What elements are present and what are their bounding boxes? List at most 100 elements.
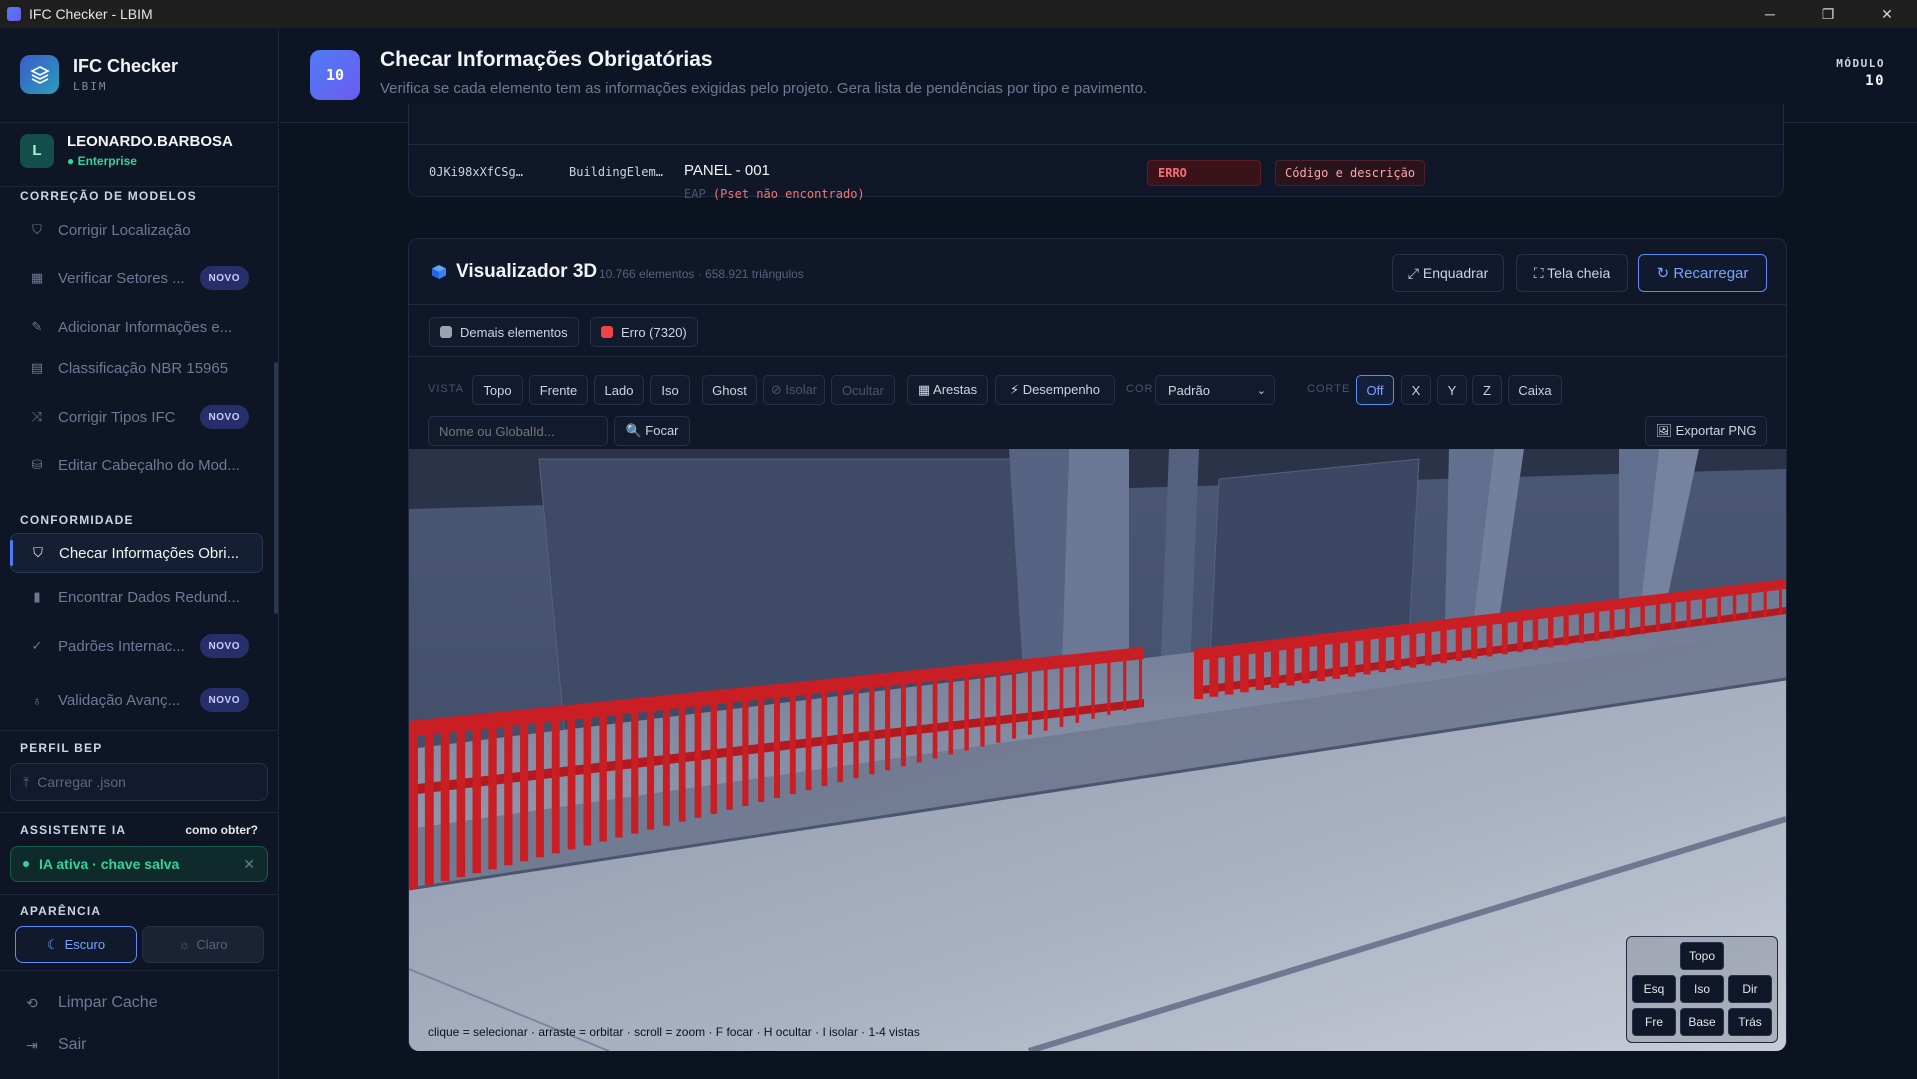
view-cube: Topo Esq Iso Dir Fre Base Trás (1626, 936, 1778, 1043)
desempenho-button[interactable]: ⚡ Desempenho (995, 375, 1115, 405)
divider (0, 812, 278, 813)
cube-left-button[interactable]: Esq (1632, 975, 1676, 1003)
sidebar-item-adicionar-informacoes[interactable]: ✎ Adicionar Informações e... (10, 307, 263, 347)
view-topo-button[interactable]: Topo (472, 375, 523, 405)
new-badge: NOVO (199, 405, 249, 429)
reload-button[interactable]: ↻ Recarregar (1638, 254, 1767, 292)
clear-cache-button[interactable]: ⟲ Limpar Cache (26, 994, 158, 1012)
section-perfil-bep: PERFIL BEP (20, 741, 103, 755)
results-table: 0JKi98xXfCSg… BuildingElem… PANEL - 001 … (408, 104, 1784, 201)
cube-base-button[interactable]: Base (1680, 1008, 1724, 1036)
refresh-icon: ⟲ (26, 994, 38, 1011)
fit-button[interactable]: ⤢ Enquadrar (1392, 254, 1504, 292)
window-titlebar: IFC Checker - LBIM ─ ❐ ✕ (0, 0, 1917, 28)
focus-button[interactable]: 🔍 Focar (614, 416, 690, 446)
viewer-canvas[interactable]: clique = selecionar · arraste = orbitar … (409, 449, 1786, 1051)
theme-light-button[interactable]: ☼ Claro (142, 926, 264, 963)
viewer-3d-card: Visualizador 3D 10.766 elementos · 658.9… (408, 238, 1787, 1051)
search-input[interactable] (428, 416, 608, 446)
legend-chip-erro[interactable]: Erro (7320) (590, 317, 698, 347)
cube-right-button[interactable]: Dir (1728, 975, 1772, 1003)
maximize-button[interactable]: ❐ (1805, 0, 1851, 28)
cube-back-button[interactable]: Trás (1728, 1008, 1772, 1036)
cut-y-button[interactable]: Y (1437, 375, 1467, 405)
cube-iso-button[interactable]: Iso (1680, 975, 1724, 1003)
sidebar-item-encontrar-dados[interactable]: ▮ Encontrar Dados Redund... (10, 577, 263, 617)
logout-icon: ⇥ (26, 1036, 38, 1053)
upload-icon: ⤒ (23, 773, 30, 790)
viewer-toolbar: VISTA Topo Frente Lado Iso Ghost ⊘ Isola… (409, 357, 1786, 449)
color-select[interactable]: Padrão ⌄ (1155, 375, 1275, 405)
ia-help-link[interactable]: como obter? (185, 823, 258, 837)
status-dot (23, 861, 29, 867)
new-badge: NOVO (199, 688, 249, 712)
status-badge: ERRO (1147, 160, 1261, 186)
sidebar-item-verificar-setores[interactable]: ▦ Verificar Setores ... NOVO (10, 258, 263, 298)
user-card[interactable]: L LEONARDO.BARBOSA ● Enterprise (20, 133, 233, 168)
award-icon: ♁ (32, 692, 42, 708)
sidebar-item-padroes-internacionais[interactable]: ✓ Padrões Internac... NOVO (10, 626, 263, 666)
brand: IFC Checker LBIM (20, 55, 178, 94)
cube-front-button[interactable]: Fre (1632, 1008, 1676, 1036)
section-conformidade: CONFORMIDADE (20, 513, 134, 527)
sidebar-item-checar-informacoes[interactable]: ⛉ Checar Informações Obri... (10, 533, 263, 573)
sidebar-item-validacao-avancada[interactable]: ♁ Validação Avanç... NOVO (10, 680, 263, 720)
arestas-button[interactable]: ▦ Arestas (907, 375, 988, 405)
sidebar-scrollbar[interactable] (274, 362, 278, 614)
fullscreen-button[interactable]: ⛶ Tela cheia (1516, 254, 1628, 292)
export-png-button[interactable]: 🖼 Exportar PNG (1645, 416, 1767, 446)
divider (0, 970, 278, 971)
close-icon[interactable]: ✕ (243, 856, 255, 873)
sidebar-item-classificacao-nbr[interactable]: ▤ Classificação NBR 15965 (10, 348, 263, 388)
edit-icon: ✎ (31, 319, 43, 334)
sidebar-item-editar-cabecalho[interactable]: ⛁ Editar Cabeçalho do Mod... (10, 445, 263, 485)
view-frente-button[interactable]: Frente (529, 375, 588, 405)
viewer-stats: 10.766 elementos · 658.921 triângulos (599, 267, 804, 281)
cube-top-button[interactable]: Topo (1680, 942, 1724, 970)
sidebar-item-corrigir-tipos-ifc[interactable]: ⤨ Corrigir Tipos IFC NOVO (10, 397, 263, 437)
cell-ifc-class: BuildingElem… (569, 165, 663, 179)
view-lado-button[interactable]: Lado (594, 375, 644, 405)
cut-x-button[interactable]: X (1401, 375, 1431, 405)
page-title: Checar Informações Obrigatórias (380, 48, 713, 71)
shield-icon: ⛉ (33, 545, 43, 560)
shuffle-icon: ⤨ (31, 409, 43, 424)
cut-off-button[interactable]: Off (1356, 375, 1394, 405)
view-iso-button[interactable]: Iso (650, 375, 690, 405)
section-aparencia: APARÊNCIA (20, 904, 102, 918)
label-corte: CORTE (1307, 383, 1351, 395)
cut-z-button[interactable]: Z (1472, 375, 1502, 405)
main-content: 0JKi98xXfCSg… BuildingElem… PANEL - 001 … (280, 104, 1917, 1079)
divider (0, 122, 278, 123)
window-title: IFC Checker - LBIM (29, 6, 153, 22)
cell-name: PANEL - 001 (684, 162, 770, 179)
ghost-button[interactable]: Ghost (702, 375, 757, 405)
cut-box-button[interactable]: Caixa (1508, 375, 1562, 405)
ocultar-button[interactable]: Ocultar (831, 375, 895, 405)
legend-swatch (601, 326, 613, 338)
new-badge: NOVO (199, 266, 249, 290)
isolar-button[interactable]: ⊘ Isolar (763, 375, 825, 405)
legend-swatch (440, 326, 452, 338)
sidebar-item-corrigir-localizacao[interactable]: ⛉ Corrigir Localização (10, 210, 263, 250)
app-icon (7, 7, 21, 21)
brand-subtitle: LBIM (73, 80, 108, 93)
theme-dark-button[interactable]: ☾ Escuro (15, 926, 137, 963)
minimize-button[interactable]: ─ (1747, 0, 1793, 28)
label-cor: COR (1126, 383, 1154, 395)
divider (0, 894, 278, 895)
viewer-hint: clique = selecionar · arraste = orbitar … (428, 1025, 920, 1039)
divider (0, 730, 278, 731)
database-icon: ⛁ (31, 457, 43, 472)
legend-chip-demais[interactable]: Demais elementos (429, 317, 579, 347)
logout-button[interactable]: ⇥ Sair (26, 1036, 86, 1054)
issue-badge: Código e descrição (1275, 160, 1426, 186)
bar-chart-icon: ▮ (33, 589, 41, 604)
module-badge: 10 (310, 50, 360, 100)
section-correcao: CORREÇÃO DE MODELOS (20, 189, 197, 203)
bep-file-input[interactable]: ⤒ Carregar .json (10, 763, 268, 801)
close-window-button[interactable]: ✕ (1864, 0, 1910, 28)
check-circle-icon: ✓ (31, 638, 43, 653)
chevron-down-icon: ⌄ (1256, 384, 1266, 397)
module-indicator: MÓDULO 10 (1836, 57, 1885, 89)
